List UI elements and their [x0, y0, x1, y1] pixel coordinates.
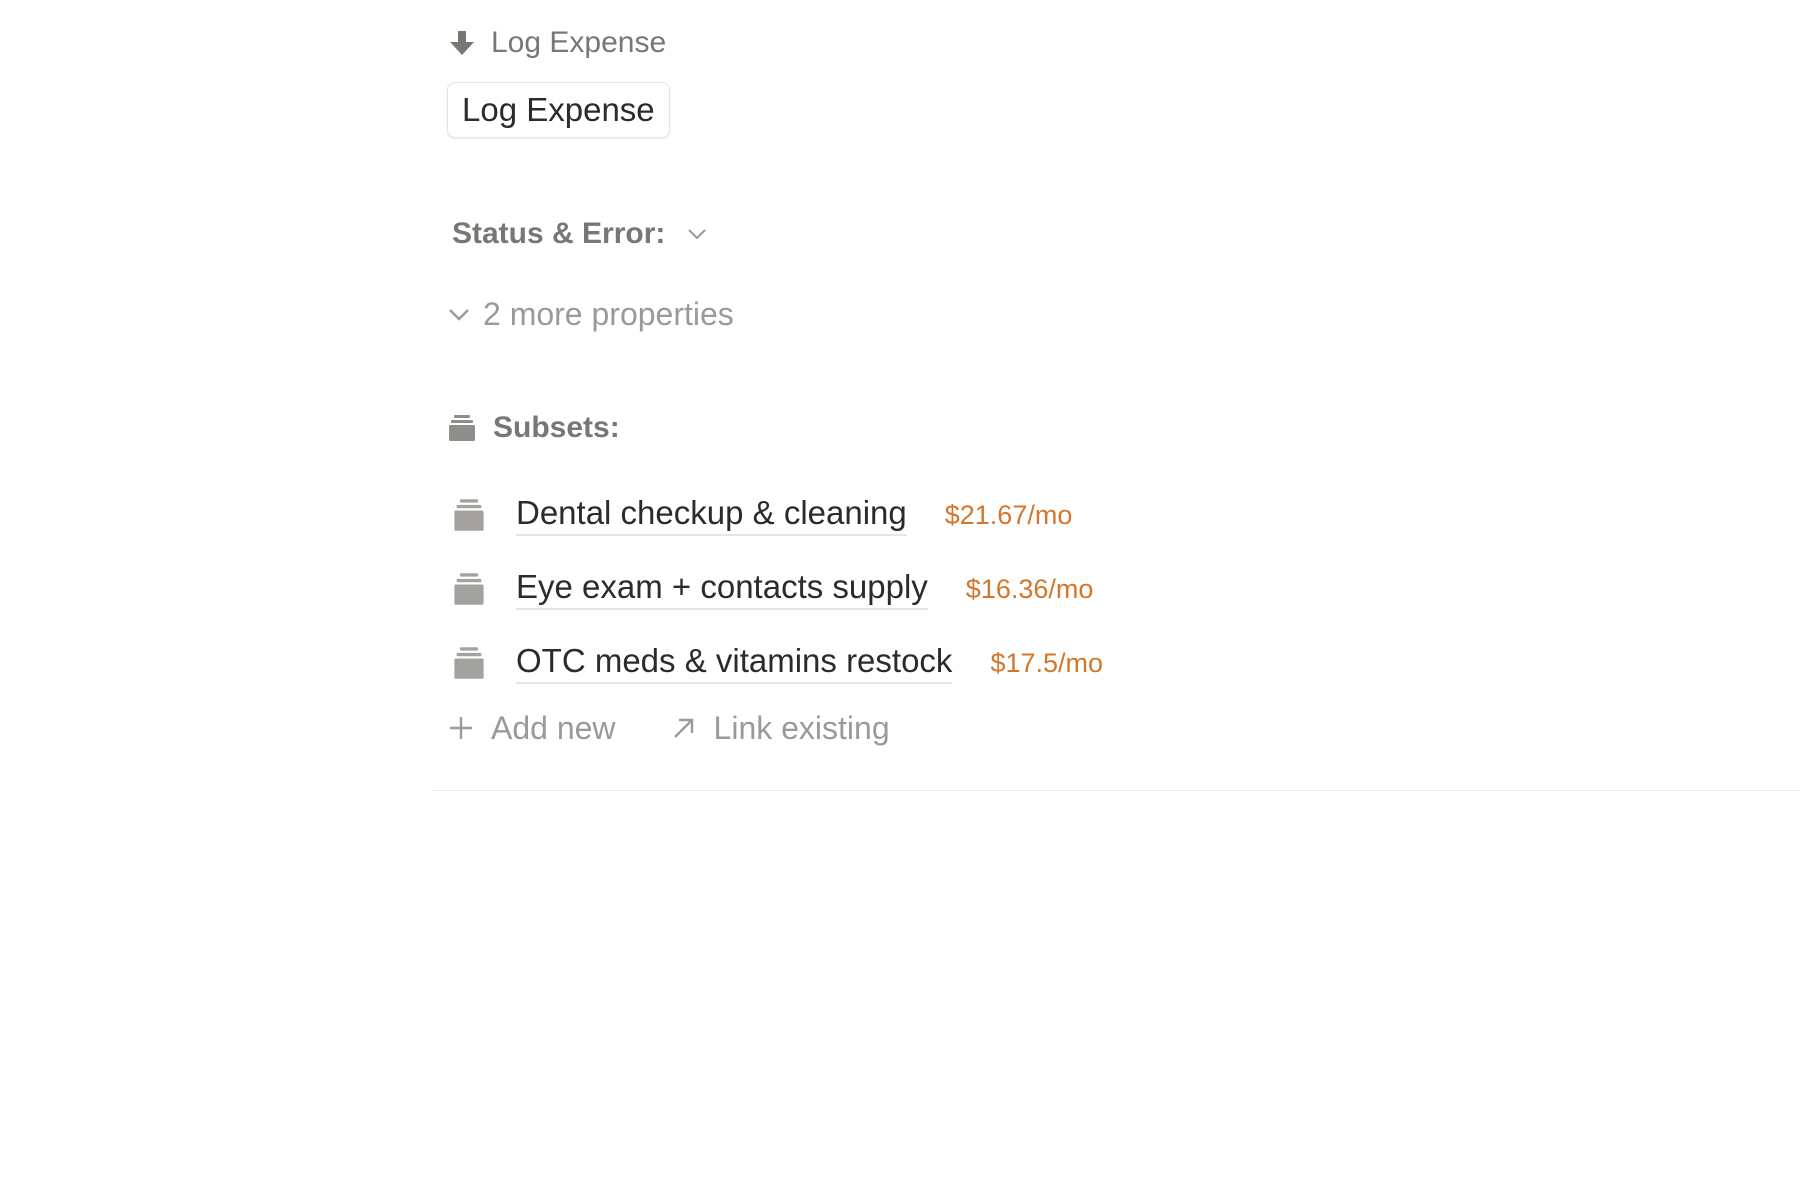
- stack-icon: [449, 415, 475, 441]
- stack-icon: [454, 573, 484, 605]
- section-divider: [432, 790, 1800, 791]
- subset-actions: Add new Link existing: [447, 705, 890, 751]
- arrow-up-right-icon: [673, 718, 693, 738]
- status-error-label: Status & Error:: [452, 217, 666, 250]
- log-expense-label-text: Log Expense: [491, 26, 667, 59]
- subsets-header: Subsets:: [447, 406, 620, 450]
- arrow-down-icon: [450, 31, 474, 55]
- stack-icon: [454, 647, 484, 679]
- subset-amount: $17.5/mo: [990, 647, 1104, 678]
- add-new-label: Add new: [491, 709, 616, 746]
- chevron-down-icon: [449, 309, 469, 321]
- subset-item[interactable]: Dental checkup & cleaning $21.67/mo: [452, 478, 1103, 552]
- subset-amount: $21.67/mo: [944, 499, 1073, 530]
- link-existing-label: Link existing: [713, 709, 890, 746]
- link-existing-button[interactable]: Link existing: [670, 710, 890, 747]
- subset-name[interactable]: Dental checkup & cleaning: [516, 494, 907, 536]
- stack-icon: [454, 499, 484, 531]
- log-expense-button[interactable]: Log Expense: [447, 82, 670, 138]
- more-properties-label: 2 more properties: [483, 295, 734, 332]
- add-new-button[interactable]: Add new: [447, 710, 616, 747]
- page: Log Expense Log Expense Status & Error: …: [0, 0, 1800, 1200]
- subsets-label: Subsets:: [493, 411, 620, 444]
- subset-name[interactable]: OTC meds & vitamins restock: [516, 642, 953, 684]
- chevron-down-icon: [688, 229, 707, 240]
- subset-item[interactable]: OTC meds & vitamins restock $17.5/mo: [452, 626, 1103, 700]
- subset-list: Dental checkup & cleaning $21.67/mo Eye …: [452, 478, 1103, 700]
- subset-item[interactable]: Eye exam + contacts supply $16.36/mo: [452, 552, 1103, 626]
- subset-amount: $16.36/mo: [965, 573, 1094, 604]
- status-error-toggle[interactable]: Status & Error:: [452, 212, 709, 256]
- more-properties-toggle[interactable]: 2 more properties: [447, 292, 734, 336]
- plus-icon: [450, 717, 472, 739]
- log-expense-property-label: Log Expense: [447, 22, 666, 64]
- subset-name[interactable]: Eye exam + contacts supply: [516, 568, 928, 610]
